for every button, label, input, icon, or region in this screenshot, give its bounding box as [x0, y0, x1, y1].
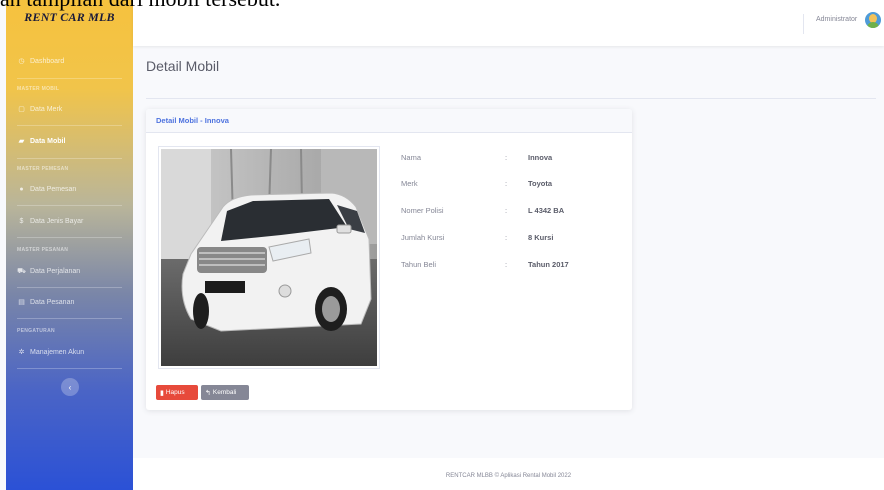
avatar-body [867, 22, 879, 28]
sidebar-heading: MASTER MOBIL [17, 86, 60, 92]
sidebar-item-data-pesanan[interactable]: ▤ Data Pesanan [6, 292, 133, 312]
sidebar-divider [17, 125, 122, 126]
sidebar-item-label: Data Pesanan [30, 298, 75, 306]
delete-button[interactable]: ▮ Hapus [156, 385, 198, 400]
receipt-icon: ▤ [18, 299, 25, 306]
sidebar-item-data-merk[interactable]: ▢ Data Merk [6, 99, 133, 119]
detail-colon: : [505, 260, 508, 269]
detail-value: Innova [528, 153, 553, 162]
sidebar-heading: PENGATURAN [17, 328, 55, 334]
detail-label: Nomer Polisi [401, 206, 444, 215]
detail-value: 8 Kursi [528, 233, 554, 242]
sidebar-item-manajemen-akun[interactable]: ✲ Manajemen Akun [6, 342, 133, 362]
delete-button-label: Hapus [165, 389, 185, 396]
sidebar-divider [17, 368, 122, 369]
detail-value: L 4342 BA [528, 206, 565, 215]
detail-row-nomer-polisi: Nomer Polisi : L 4342 BA [401, 206, 621, 218]
detail-value: Toyota [528, 179, 553, 188]
detail-colon: : [505, 179, 508, 188]
sidebar-divider [17, 158, 122, 159]
sidebar-item-label: Data Mobil [30, 137, 66, 145]
detail-row-nama: Nama : Innova [401, 153, 621, 165]
sidebar-divider [17, 318, 122, 319]
detail-row-jumlah-kursi: Jumlah Kursi : 8 Kursi [401, 233, 621, 245]
car-image [161, 149, 377, 366]
sidebar-item-label: Manajemen Akun [30, 348, 85, 356]
sidebar-divider [17, 78, 122, 79]
sidebar-item-data-mobil[interactable]: ▰ Data Mobil [6, 131, 133, 151]
sidebar-item-label: Data Pemesan [30, 185, 77, 193]
detail-label: Jumlah Kursi [401, 233, 445, 242]
sidebar-heading: MASTER PEMESAN [17, 166, 69, 172]
sidebar-toggle-button[interactable]: ‹ [61, 378, 79, 396]
card-header: Detail Mobil - Innova [146, 109, 632, 133]
detail-colon: : [505, 233, 508, 242]
chevron-left-icon: ‹ [68, 382, 72, 392]
app-page: an tampilan dari mobil tersebut. RENT CA… [0, 0, 884, 490]
sidebar-item-dashboard[interactable]: ◷ Dashboard [6, 51, 133, 71]
back-button[interactable]: ↰ Kembali [201, 385, 249, 400]
sidebar-divider [17, 287, 122, 288]
sidebar-item-data-perjalanan[interactable]: ⛟ Data Perjalanan [6, 261, 133, 281]
detail-label: Nama [401, 153, 422, 162]
car-icon: ▰ [18, 138, 25, 145]
sidebar-item-data-jenis-bayar[interactable]: $ Data Jenis Bayar [6, 211, 133, 231]
sidebar-item-label: Data Jenis Bayar [30, 217, 84, 225]
footer-text: RENTCAR MLBB © Aplikasi Rental Mobil 202… [445, 473, 572, 479]
avatar[interactable] [865, 12, 881, 28]
tag-icon: ▢ [18, 106, 25, 113]
caption-text: an tampilan dari mobil tersebut. [0, 0, 280, 12]
detail-row-tahun-beli: Tahun Beli : Tahun 2017 [401, 260, 621, 272]
card-title: Detail Mobil - Innova [156, 116, 229, 125]
sidebar-divider [17, 237, 122, 238]
sidebar: RENT CAR MLB ◷ Dashboard MASTER MOBIL ▢ Da… [6, 0, 133, 490]
reply-icon: ↰ [205, 389, 211, 397]
topbar-divider [803, 14, 804, 34]
sidebar-item-label: Data Perjalanan [30, 267, 81, 275]
sidebar-divider [17, 205, 122, 206]
detail-label: Merk [401, 179, 418, 188]
footer: RENTCAR MLBB © Aplikasi Rental Mobil 202… [133, 458, 884, 490]
title-divider [146, 98, 876, 99]
user-name[interactable]: Administrator [816, 16, 857, 23]
sidebar-item-label: Dashboard [30, 57, 65, 65]
detail-label: Tahun Beli [401, 260, 437, 269]
dollar-icon: $ [19, 217, 24, 225]
car-photo [158, 146, 380, 369]
detail-row-merk: Merk : Toyota [401, 179, 621, 191]
detail-value: Tahun 2017 [528, 260, 569, 269]
sidebar-item-data-pemesan[interactable]: ● Data Pemesan [6, 179, 133, 199]
page-title: Detail Mobil [146, 58, 220, 74]
sidebar-heading: MASTER PESANAN [17, 247, 69, 253]
dashboard-icon: ◷ [18, 58, 25, 65]
user-icon: ● [19, 185, 24, 193]
trash-icon: ▮ [160, 389, 164, 397]
back-button-label: Kembali [212, 389, 237, 396]
detail-colon: : [505, 206, 508, 215]
sidebar-item-label: Data Merk [30, 105, 63, 113]
detail-card: Detail Mobil - Innova Nama: Innova Merk… [146, 109, 632, 410]
road-icon: ⛟ [17, 267, 26, 275]
gear-icon: ✲ [18, 349, 25, 356]
detail-colon: : [505, 153, 508, 162]
